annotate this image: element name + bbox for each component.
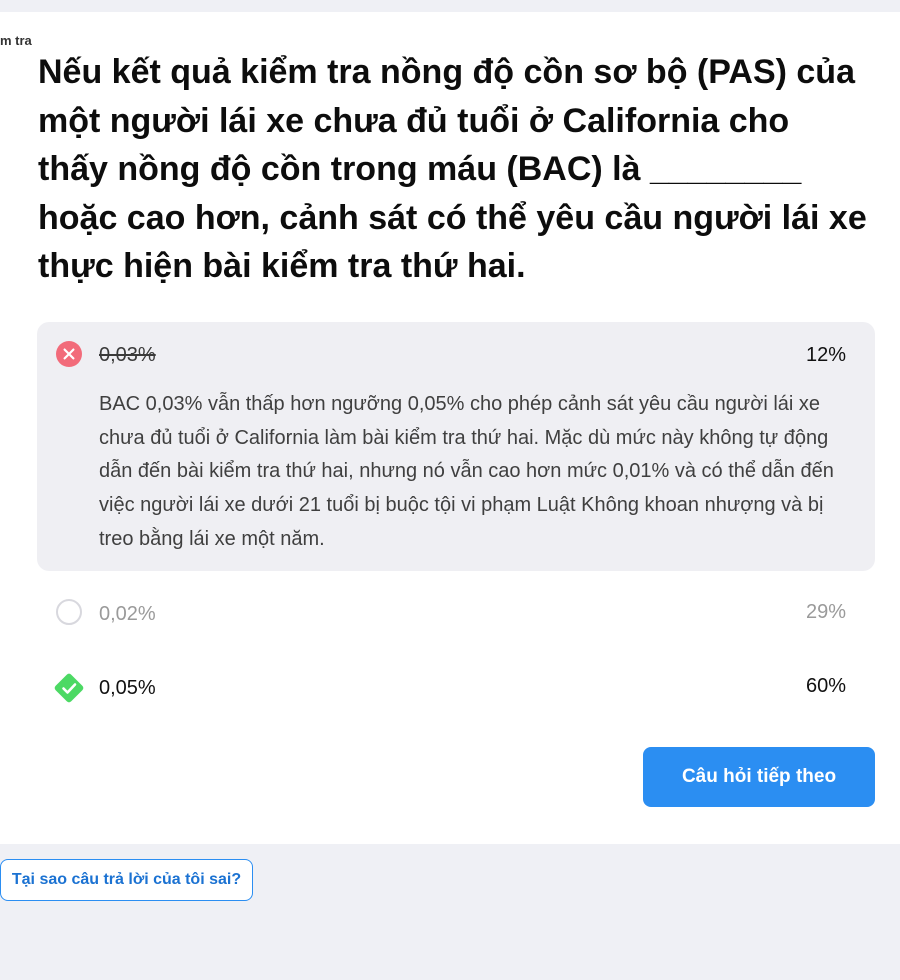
quiz-page: m tra Nếu kết quả kiểm tra nồng độ cồn s… xyxy=(0,0,900,980)
option-percent: 60% xyxy=(805,675,846,697)
next-question-button[interactable]: Câu hỏi tiếp theo xyxy=(643,747,875,807)
answer-explanation: BAC 0,03% vẫn thấp hơn ngưỡng 0,05% cho … xyxy=(99,393,834,550)
option-percent: 12% xyxy=(805,344,846,366)
breadcrumb: m tra xyxy=(0,33,32,48)
why-wrong-button[interactable]: Tại sao câu trả lời của tôi sai? xyxy=(0,859,253,901)
close-circle-icon xyxy=(56,341,82,367)
answer-option-0-05[interactable]: 0,05% xyxy=(99,676,156,700)
answer-option-0-02[interactable]: 0,02% xyxy=(99,602,156,626)
option-percent: 29% xyxy=(805,601,846,623)
check-diamond-icon xyxy=(54,673,84,703)
question-text: Nếu kết quả kiểm tra nồng độ cồn sơ bộ (… xyxy=(38,53,867,285)
option-label: 0,03% xyxy=(99,344,156,366)
radio-empty-icon[interactable] xyxy=(56,599,82,625)
